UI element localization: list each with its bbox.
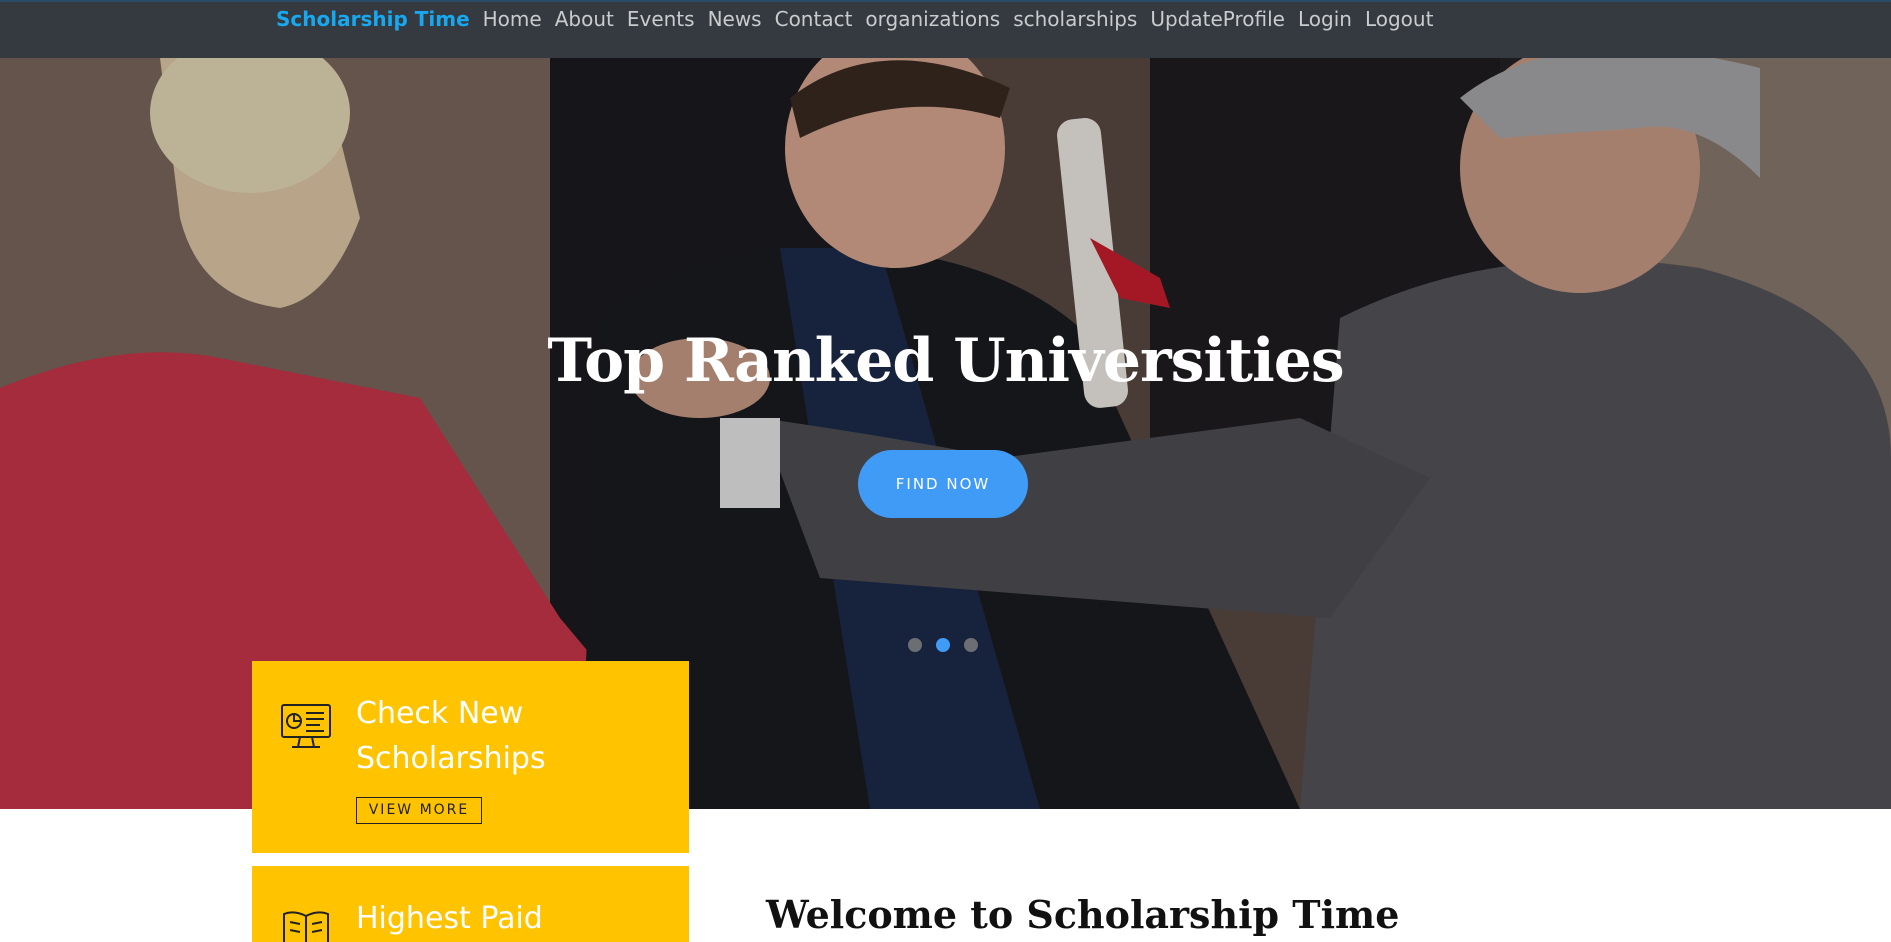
highest-paid-card: Highest Paid: [252, 866, 689, 942]
nav-link-login[interactable]: Login: [1298, 7, 1352, 31]
nav-link-scholarships[interactable]: scholarships: [1013, 7, 1137, 31]
nav-link-events[interactable]: Events: [627, 7, 695, 31]
nav-link-about[interactable]: About: [555, 7, 614, 31]
carousel-dot-1[interactable]: [908, 638, 922, 652]
view-more-button[interactable]: VIEW MORE: [356, 797, 482, 824]
nav-link-news[interactable]: News: [708, 7, 762, 31]
open-book-icon: [280, 906, 332, 942]
hero-title: Top Ranked Universities: [547, 326, 1344, 396]
carousel-indicators: [908, 638, 992, 652]
nav-link-contact[interactable]: Contact: [775, 7, 853, 31]
nav-link-organizations[interactable]: organizations: [865, 7, 1000, 31]
nav-link-logout[interactable]: Logout: [1365, 7, 1433, 31]
check-new-scholarships-card: Check New Scholarships VIEW MORE: [252, 661, 689, 853]
top-navbar: Scholarship Time Home About Events News …: [0, 0, 1891, 58]
find-now-button[interactable]: FIND NOW: [858, 450, 1028, 518]
card-title: Check New Scholarships: [356, 696, 546, 776]
brand-logo-link[interactable]: Scholarship Time: [276, 7, 470, 31]
welcome-heading: Welcome to Scholarship Time: [766, 892, 1400, 937]
card-title: Highest Paid: [356, 901, 543, 936]
carousel-dot-3[interactable]: [964, 638, 978, 652]
carousel-dot-2-active[interactable]: [936, 638, 950, 652]
nav-link-update-profile[interactable]: UpdateProfile: [1150, 7, 1285, 31]
nav-link-home[interactable]: Home: [483, 7, 542, 31]
monitor-chart-icon: [280, 701, 332, 753]
